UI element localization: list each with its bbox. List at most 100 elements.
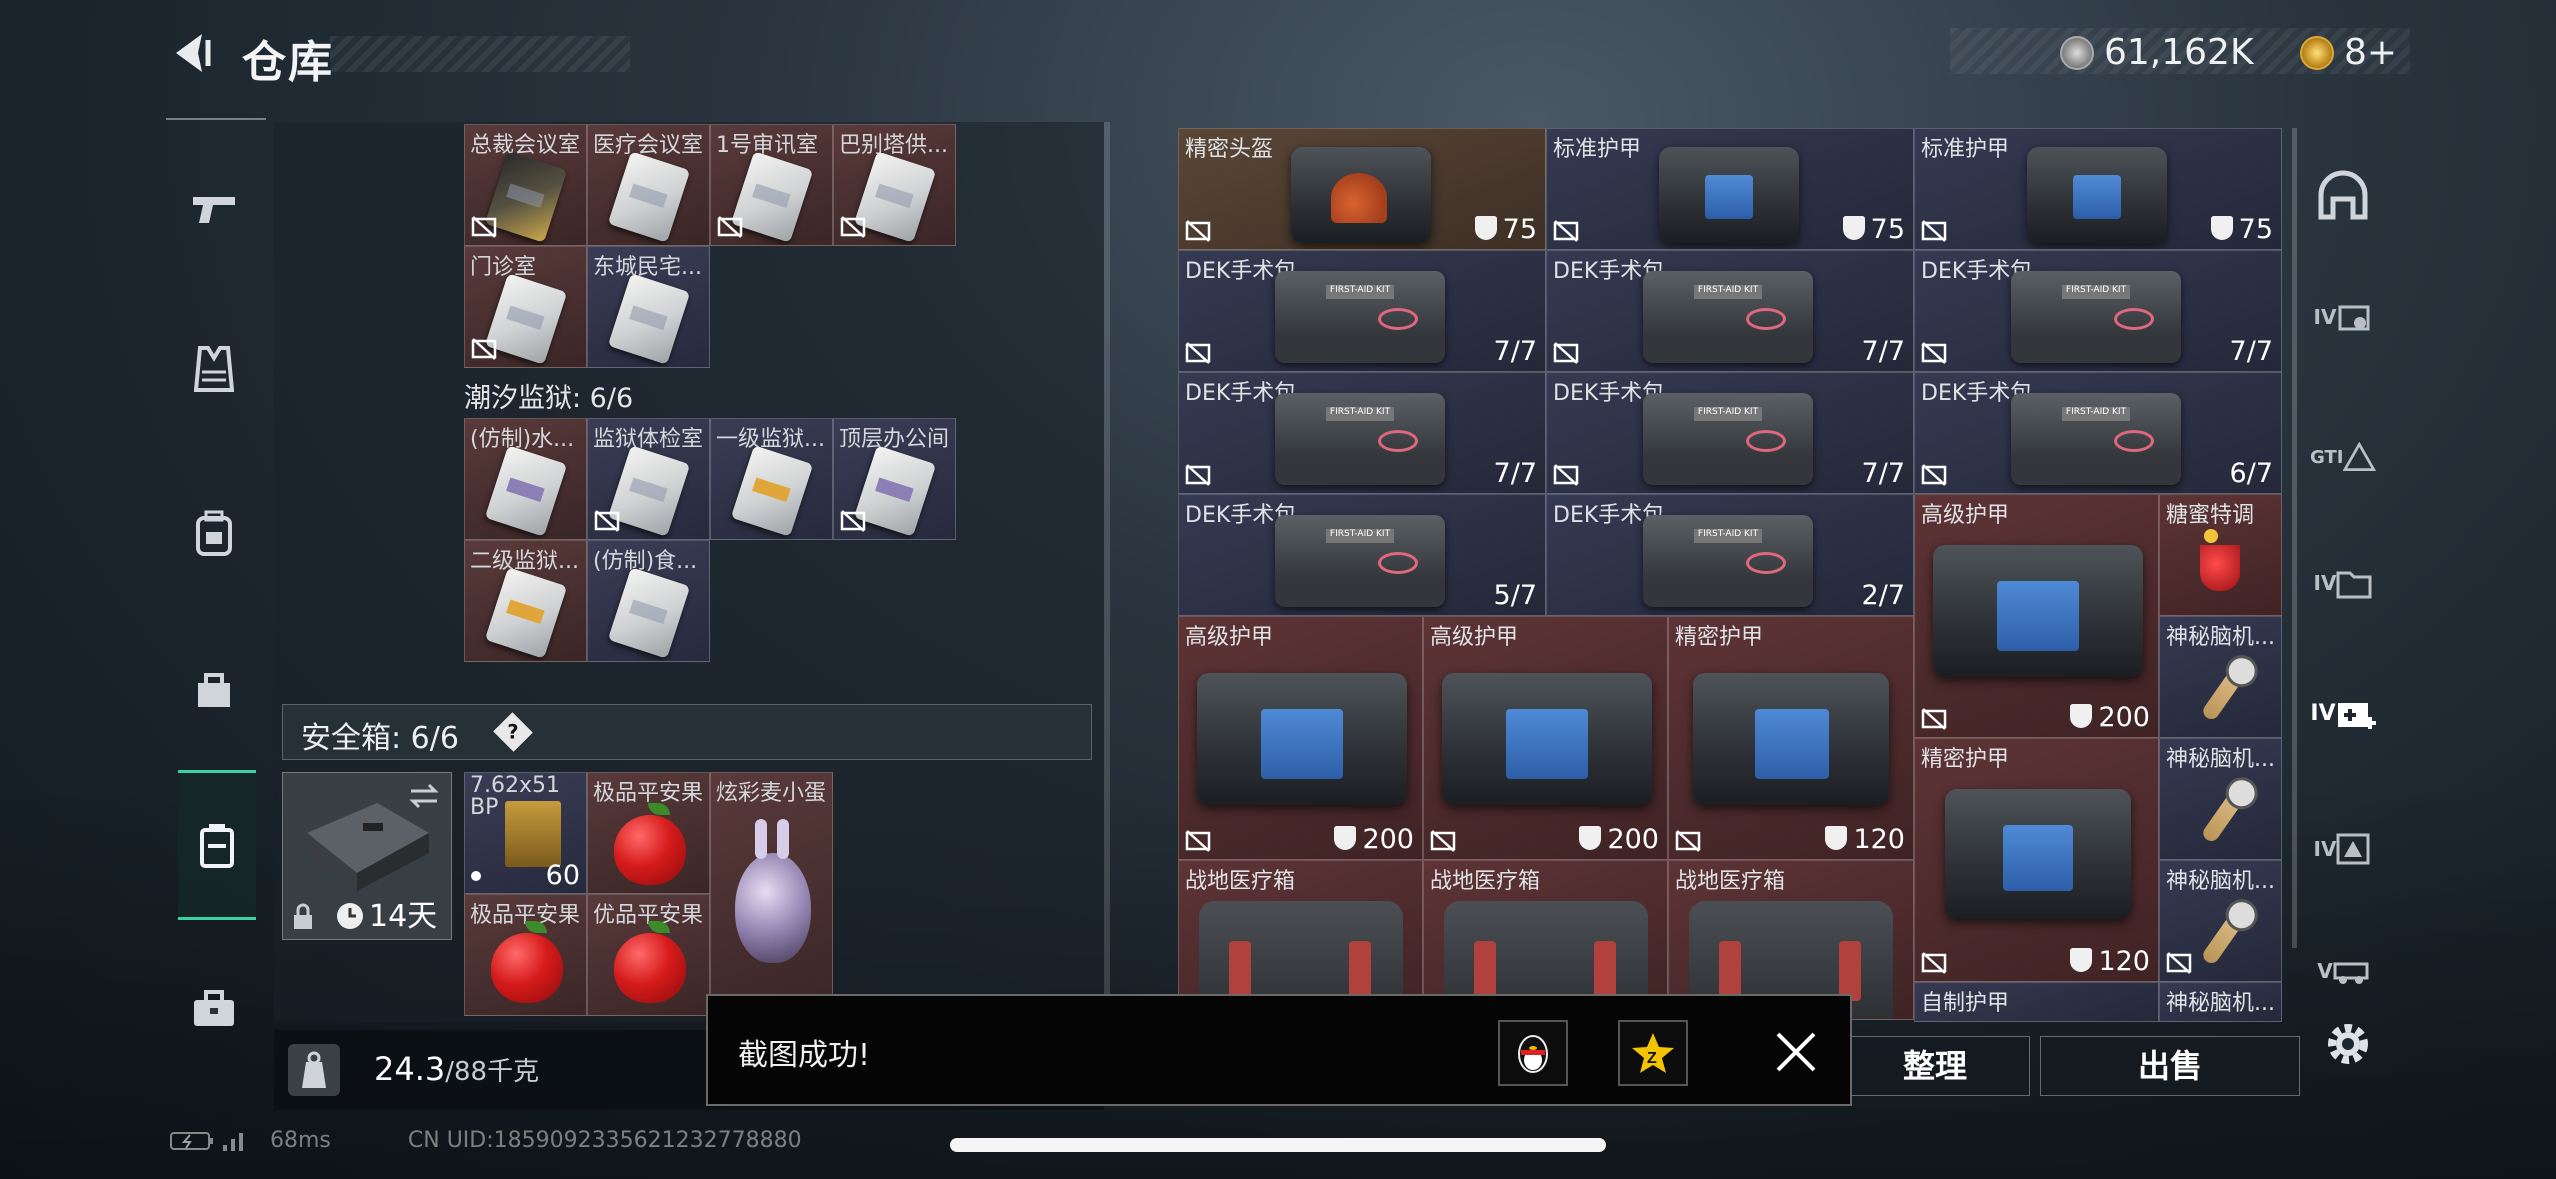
surgery-kit-image: FIRST-AID KIT [2011, 271, 2181, 363]
mystery-image [2200, 663, 2248, 723]
item-label: 神秘脑机... [2166, 747, 2275, 772]
briefcase-icon [194, 990, 234, 1026]
shield-icon [2070, 704, 2093, 728]
surgery-kit-image: FIRST-AID KIT [2011, 393, 2181, 485]
advanced-armor-item[interactable]: 高级护甲 200 [1914, 494, 2159, 738]
no-transfer-icon [717, 216, 743, 238]
keycard-item[interactable]: 1号审讯室 [710, 124, 833, 246]
keycard-item[interactable]: 东城民宅... [587, 246, 710, 368]
ammo-dot-icon [471, 871, 481, 881]
inventory-scrollbar[interactable] [2292, 128, 2297, 948]
gold-currency[interactable]: 8+ [2300, 32, 2397, 73]
filter-medical[interactable]: IV [2310, 680, 2376, 746]
folder-icon [2336, 571, 2372, 599]
surgery-kit-item[interactable]: DEK手术包 FIRST-AID KIT 6/7 [1914, 372, 2282, 494]
safebox-tab[interactable] [178, 770, 256, 920]
item-label: 监狱体检室 [593, 427, 704, 452]
surgery-kit-item[interactable]: DEK手术包 FIRST-AID KIT 5/7 [1178, 494, 1546, 616]
filter-gti[interactable]: GTI [2310, 424, 2376, 490]
keycard-item[interactable]: 顶层办公间 [833, 418, 956, 540]
keycard-item[interactable]: 总裁会议室 [464, 124, 587, 246]
keycard-item[interactable]: 监狱体检室 [587, 418, 710, 540]
item-label: 神秘脑机... [2166, 625, 2275, 650]
help-icon[interactable]: ? [493, 712, 533, 752]
ammo-item[interactable]: 7.62x51 BP 60 [464, 772, 587, 894]
sell-button[interactable]: 出售 [2040, 1036, 2300, 1096]
apple-item[interactable]: 极品平安果 [464, 894, 587, 1016]
no-transfer-icon [1675, 830, 1701, 852]
surgery-kit-item[interactable]: DEK手术包 FIRST-AID KIT 7/7 [1546, 372, 1914, 494]
apple-image [614, 921, 686, 1003]
weapon-tab[interactable] [180, 175, 248, 243]
egg-item[interactable]: 炫彩麦小蛋 [710, 772, 833, 1016]
no-transfer-icon [1553, 464, 1579, 486]
armor-item[interactable]: 标准护甲 75 [1546, 128, 1914, 250]
keycard-item[interactable]: 二级监狱... [464, 540, 587, 662]
no-transfer-icon [1185, 464, 1211, 486]
helmet-item[interactable]: 精密头盔 75 [1178, 128, 1546, 250]
no-transfer-icon [594, 510, 620, 532]
chest-rig-tab[interactable] [180, 655, 248, 723]
surgery-kit-item[interactable]: DEK手术包 FIRST-AID KIT 7/7 [1546, 250, 1914, 372]
durability: 75 [2210, 214, 2273, 245]
back-arrow-icon[interactable] [168, 30, 214, 76]
keycard-item[interactable]: (仿制)食... [587, 540, 710, 662]
no-transfer-icon [1921, 464, 1947, 486]
apple-item[interactable]: 极品平安果 [587, 772, 710, 894]
precision-armor-item[interactable]: 精密护甲 120 [1668, 616, 1914, 860]
swap-icon[interactable] [407, 781, 441, 811]
homemade-armor-item[interactable]: 自制护甲 [1914, 982, 2159, 1022]
silver-currency[interactable]: 61,162K [2060, 32, 2254, 73]
apple-image [614, 803, 686, 885]
surgery-kit-item[interactable]: DEK手术包 FIRST-AID KIT 7/7 [1178, 372, 1546, 494]
keycard-image [730, 151, 814, 243]
surgery-kit-item[interactable]: DEK手术包 FIRST-AID KIT 2/7 [1546, 494, 1914, 616]
precision-armor-item[interactable]: 精密护甲 120 [1914, 738, 2159, 982]
screenshot-toast: 截图成功! Z [706, 994, 1852, 1106]
keycard-item[interactable]: 巴别塔供... [833, 124, 956, 246]
lock-icon [294, 903, 312, 929]
keycard-image [484, 273, 568, 365]
surgery-kit-item[interactable]: DEK手术包 FIRST-AID KIT 7/7 [1914, 250, 2282, 372]
qq-share-button[interactable] [1498, 1020, 1568, 1086]
filter-v[interactable]: V [2310, 938, 2376, 1004]
mystery-item[interactable]: 神秘脑机... [2159, 738, 2282, 860]
durability: 120 [1825, 824, 1905, 855]
drink-item[interactable]: 糖蜜特调 [2159, 494, 2282, 616]
armor-item[interactable]: 标准护甲 75 [1914, 128, 2282, 250]
qzone-share-button[interactable]: Z [1618, 1020, 1688, 1086]
close-icon[interactable] [1768, 1024, 1824, 1080]
item-label: 高级护甲 [1430, 625, 1519, 650]
briefcase-tab[interactable] [180, 975, 248, 1043]
sort-button[interactable]: 整理 [1840, 1036, 2030, 1096]
filter-iv-2[interactable]: IV [2310, 550, 2376, 616]
mystery-item[interactable]: 神秘脑机... [2159, 860, 2282, 982]
keycard-item[interactable]: 一级监狱... [710, 418, 833, 540]
weight-max: /88千克 [445, 1057, 540, 1087]
safe-box-container[interactable]: 14天 [282, 772, 452, 940]
gear-icon[interactable] [2320, 1016, 2376, 1072]
keycard-image [484, 151, 568, 243]
keycard-item[interactable]: 医疗会议室 [587, 124, 710, 246]
apple-item[interactable]: 优品平安果 [587, 894, 710, 1016]
keycard-item[interactable]: 门诊室 [464, 246, 587, 368]
item-label: 炫彩麦小蛋 [716, 781, 827, 806]
status-bar: 68ms CN UID:1859092335621232778880 [170, 1128, 802, 1153]
item-label: 战地医疗箱 [1185, 869, 1296, 894]
home-indicator[interactable] [950, 1138, 1606, 1152]
backpack-tab[interactable] [180, 499, 248, 567]
mystery-item[interactable]: 神秘脑机... [2159, 616, 2282, 738]
surgery-kit-item[interactable]: DEK手术包 FIRST-AID KIT 7/7 [1178, 250, 1546, 372]
helmet-filter[interactable] [2310, 164, 2376, 230]
keycard-item[interactable]: (仿制)水... [464, 418, 587, 540]
surgery-kit-image: FIRST-AID KIT [1275, 515, 1445, 607]
filter-label: IV [2313, 837, 2337, 861]
advanced-armor-item[interactable]: 高级护甲 200 [1423, 616, 1668, 860]
stash-scrollbar[interactable] [1104, 122, 1110, 1002]
mystery-item[interactable]: 神秘脑机... [2159, 982, 2282, 1022]
filter-iv-3[interactable]: IV [2310, 816, 2376, 882]
armor-tab[interactable] [180, 335, 248, 403]
filter-iv-1[interactable]: IV [2310, 284, 2376, 350]
advanced-armor-item[interactable]: 高级护甲 200 [1178, 616, 1423, 860]
item-label: 医疗会议室 [593, 133, 704, 158]
